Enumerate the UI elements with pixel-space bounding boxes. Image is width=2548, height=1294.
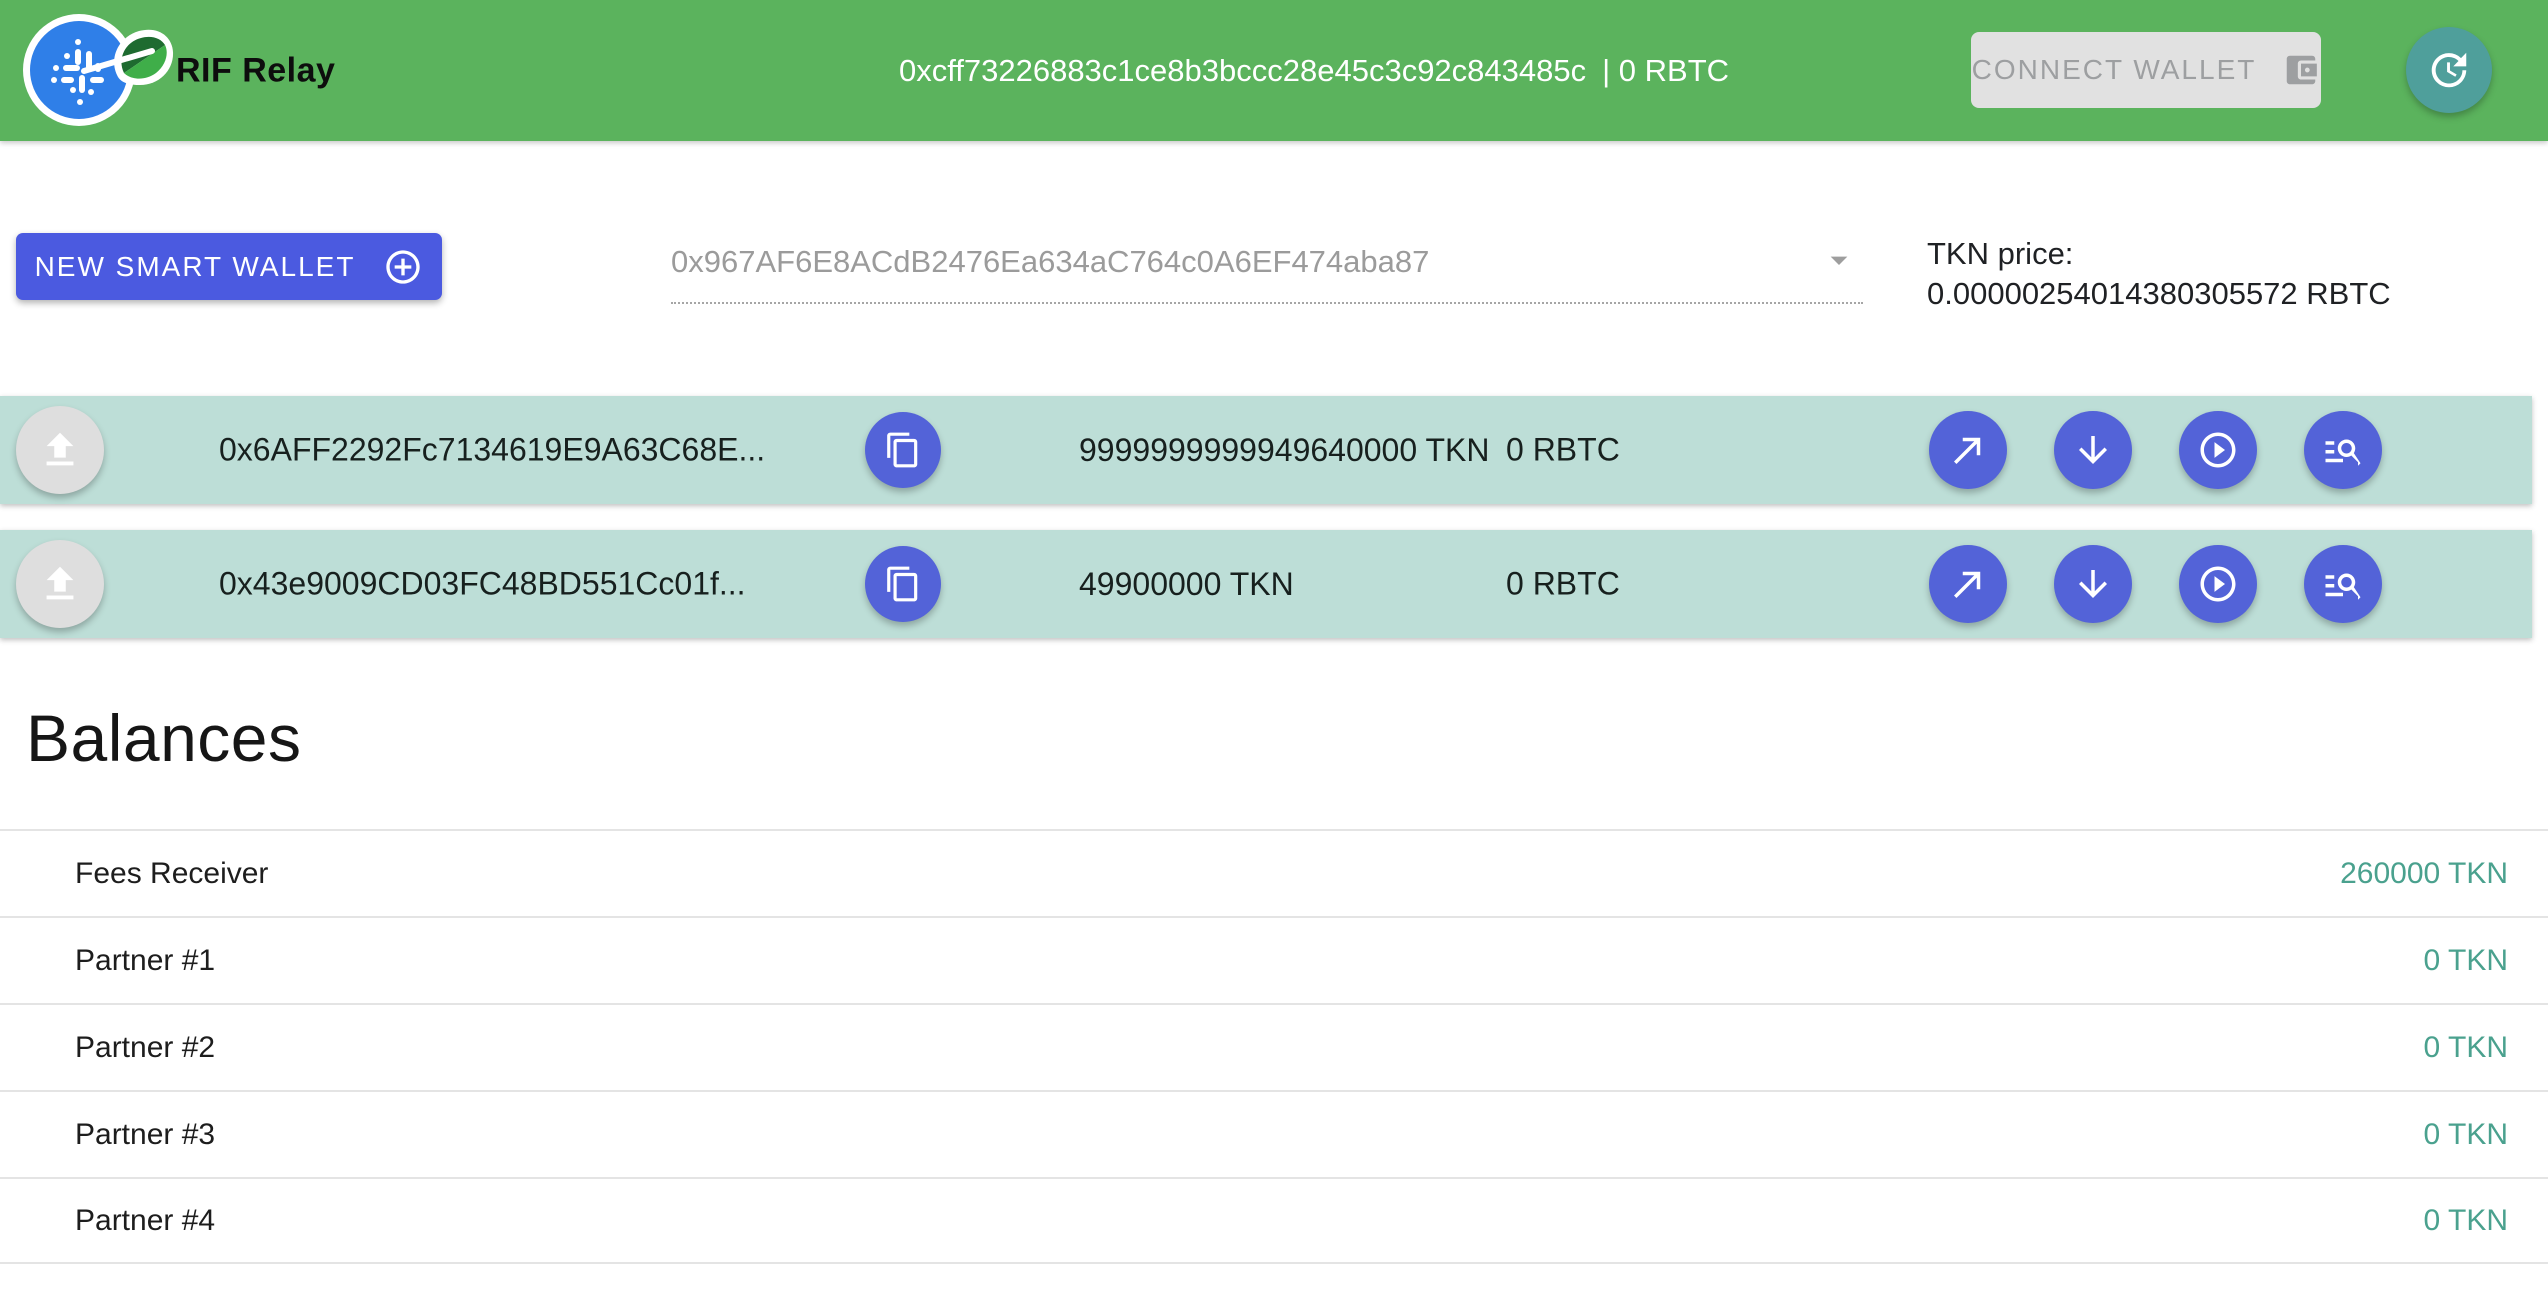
table-row: Partner #1 0 TKN bbox=[0, 916, 2548, 1003]
smart-wallet-row: 0x6AFF2292Fc7134619E9A63C68E... 99999999… bbox=[0, 396, 2532, 504]
play-circle-outline-icon bbox=[2197, 563, 2239, 605]
app-header: RIF Relay 0xcff73226883c1ce8b3bccc28e45c… bbox=[0, 0, 2548, 141]
execute-button[interactable] bbox=[2179, 545, 2257, 623]
arrow-up-right-icon bbox=[1947, 429, 1989, 471]
balance-label: Fees Receiver bbox=[75, 857, 268, 891]
dropdown-arrow-icon bbox=[1819, 240, 1859, 280]
rif-relay-app: RIF Relay 0xcff73226883c1ce8b3bccc28e45c… bbox=[0, 0, 2548, 1294]
list-search-icon bbox=[2322, 429, 2364, 471]
balance-value: 0 TKN bbox=[2424, 1031, 2508, 1065]
list-search-icon bbox=[2322, 563, 2364, 605]
token-price: TKN price: 0.00000254014380305572 RBTC bbox=[1927, 234, 2391, 314]
balance-label: Partner #4 bbox=[75, 1204, 215, 1238]
table-row: Partner #4 0 TKN bbox=[0, 1177, 2548, 1264]
table-row: Partner #3 0 TKN bbox=[0, 1090, 2548, 1177]
deploy-wallet-button[interactable] bbox=[16, 540, 104, 628]
new-smart-wallet-label: NEW SMART WALLET bbox=[35, 251, 356, 283]
token-price-value: 0.00000254014380305572 RBTC bbox=[1927, 274, 2391, 314]
balance-label: Partner #3 bbox=[75, 1118, 215, 1152]
refresh-button[interactable] bbox=[2406, 27, 2492, 113]
copy-icon bbox=[884, 431, 922, 469]
receive-button[interactable] bbox=[2054, 545, 2132, 623]
smart-wallet-row: 0x43e9009CD03FC48BD551Cc01f... 49900000 … bbox=[0, 530, 2532, 638]
arrow-down-icon bbox=[2072, 429, 2114, 471]
copy-icon bbox=[884, 565, 922, 603]
token-balance: 49900000 TKN bbox=[1079, 530, 1513, 638]
balance-value: 260000 TKN bbox=[2340, 857, 2508, 891]
arrow-up-right-icon bbox=[1947, 563, 1989, 605]
balance-value: 0 TKN bbox=[2424, 1204, 2508, 1238]
copy-address-button[interactable] bbox=[865, 546, 941, 622]
balance-value: 0 TKN bbox=[2424, 1118, 2508, 1152]
inspect-transactions-button[interactable] bbox=[2304, 545, 2382, 623]
balances-title: Balances bbox=[26, 700, 302, 776]
update-clock-icon bbox=[2426, 47, 2472, 93]
token-price-label: TKN price: bbox=[1927, 234, 2391, 274]
new-smart-wallet-button[interactable]: NEW SMART WALLET bbox=[16, 233, 442, 300]
add-circle-outline-icon bbox=[383, 247, 423, 287]
table-row: Fees Receiver 260000 TKN bbox=[0, 829, 2548, 916]
connect-wallet-button[interactable]: CONNECT WALLET bbox=[1971, 32, 2321, 108]
deploy-wallet-button[interactable] bbox=[16, 406, 104, 494]
wallet-icon bbox=[2282, 51, 2320, 89]
smart-wallet-select[interactable]: 0x967AF6E8ACdB2476Ea634aC764c0A6EF474aba… bbox=[671, 222, 1863, 304]
balance-value: 0 TKN bbox=[2424, 944, 2508, 978]
balance-label: Partner #2 bbox=[75, 1031, 215, 1065]
execute-button[interactable] bbox=[2179, 411, 2257, 489]
rbtc-balance: 0 RBTC bbox=[1506, 566, 1620, 603]
upload-icon bbox=[37, 427, 83, 473]
rbtc-balance: 0 RBTC bbox=[1506, 432, 1620, 469]
token-balance: 9999999999949640000 TKN bbox=[1079, 396, 1513, 504]
upload-icon bbox=[37, 561, 83, 607]
connect-wallet-label: CONNECT WALLET bbox=[1972, 54, 2257, 86]
copy-address-button[interactable] bbox=[865, 412, 941, 488]
smart-wallet-address: 0x43e9009CD03FC48BD551Cc01f... bbox=[219, 566, 746, 603]
balance-label: Partner #1 bbox=[75, 944, 215, 978]
transfer-button[interactable] bbox=[1929, 411, 2007, 489]
receive-button[interactable] bbox=[2054, 411, 2132, 489]
header-wallet-balance: | 0 RBTC bbox=[1602, 53, 1729, 89]
balances-table: Fees Receiver 260000 TKN Partner #1 0 TK… bbox=[0, 829, 2548, 1264]
inspect-transactions-button[interactable] bbox=[2304, 411, 2382, 489]
table-row: Partner #2 0 TKN bbox=[0, 1003, 2548, 1090]
play-circle-outline-icon bbox=[2197, 429, 2239, 471]
arrow-down-icon bbox=[2072, 563, 2114, 605]
header-wallet-address: 0xcff73226883c1ce8b3bccc28e45c3c92c84348… bbox=[899, 53, 1586, 89]
transfer-button[interactable] bbox=[1929, 545, 2007, 623]
selected-wallet-address: 0x967AF6E8ACdB2476Ea634aC764c0A6EF474aba… bbox=[671, 244, 1429, 280]
smart-wallet-address: 0x6AFF2292Fc7134619E9A63C68E... bbox=[219, 432, 765, 469]
